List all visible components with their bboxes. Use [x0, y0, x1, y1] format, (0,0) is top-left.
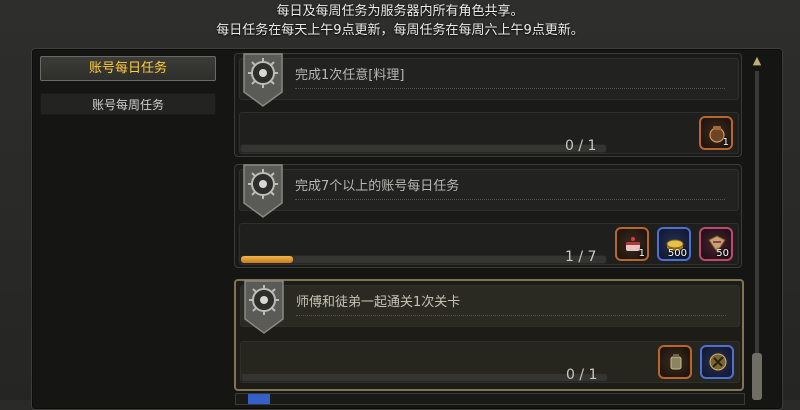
reward-slot[interactable] [700, 345, 734, 379]
reward-count: 1 [722, 137, 729, 148]
reward-slot[interactable]: 1 [699, 116, 733, 150]
progress-fill [241, 256, 293, 263]
progress-text: 1 / 7 [565, 249, 597, 265]
scrollbar[interactable]: ▲ [748, 53, 766, 400]
tab-account-weekly[interactable]: 账号每周任务 [40, 93, 216, 115]
next-quest-card-peek [235, 393, 745, 405]
divider [295, 199, 725, 200]
quest-emblem-icon [244, 280, 284, 334]
notice-line-1: 每日及每周任务为服务器内所有角色共享。 [276, 4, 524, 19]
reward-slot[interactable]: 50 [699, 227, 733, 261]
reward-slot[interactable]: 1 [615, 227, 649, 261]
notice-text: 每日及每周任务为服务器内所有角色共享。 每日任务在每天上午9点更新，每周任务在每… [0, 2, 800, 40]
progress-text: 0 / 1 [565, 138, 597, 154]
reward-count: 1 [638, 248, 645, 259]
quest-card-selected[interactable]: 师傅和徒弟一起通关1次关卡 0 / 1 [234, 279, 744, 391]
divider [296, 315, 726, 316]
progress-text: 0 / 1 [566, 367, 598, 383]
quest-emblem-icon [243, 53, 283, 107]
quest-title: 完成1次任意[料理] [295, 68, 405, 83]
quest-emblem-peek [248, 394, 270, 404]
progress-bar [240, 144, 607, 153]
lantern-icon [670, 354, 682, 370]
quest-card[interactable]: 完成7个以上的账号每日任务 1 / 7 1 500 50 [234, 164, 742, 268]
reward-slot[interactable]: 500 [657, 227, 691, 261]
scroll-track[interactable] [755, 71, 759, 371]
notice-line-2: 每日任务在每天上午9点更新，每周任务在每周六上午9点更新。 [216, 23, 584, 38]
tab-account-daily[interactable]: 账号每日任务 [40, 56, 216, 81]
compass-medal-icon [709, 353, 727, 371]
divider [295, 88, 725, 89]
reward-count: 500 [667, 248, 687, 259]
quest-card[interactable]: 完成1次任意[料理] 0 / 1 1 [234, 53, 742, 157]
quest-emblem-icon [243, 164, 283, 218]
scroll-up-arrow-icon[interactable]: ▲ [750, 55, 764, 67]
scroll-thumb[interactable] [752, 353, 762, 400]
reward-slot[interactable] [658, 345, 692, 379]
progress-bar [240, 255, 607, 264]
quest-list[interactable]: 完成1次任意[料理] 0 / 1 1 完成7个以上的账号每日任务 1 / 7 1… [234, 53, 744, 400]
progress-bar [241, 373, 608, 382]
quest-title: 师傅和徒弟一起通关1次关卡 [296, 295, 461, 310]
quest-title: 完成7个以上的账号每日任务 [295, 179, 460, 194]
reward-count: 50 [716, 248, 729, 259]
